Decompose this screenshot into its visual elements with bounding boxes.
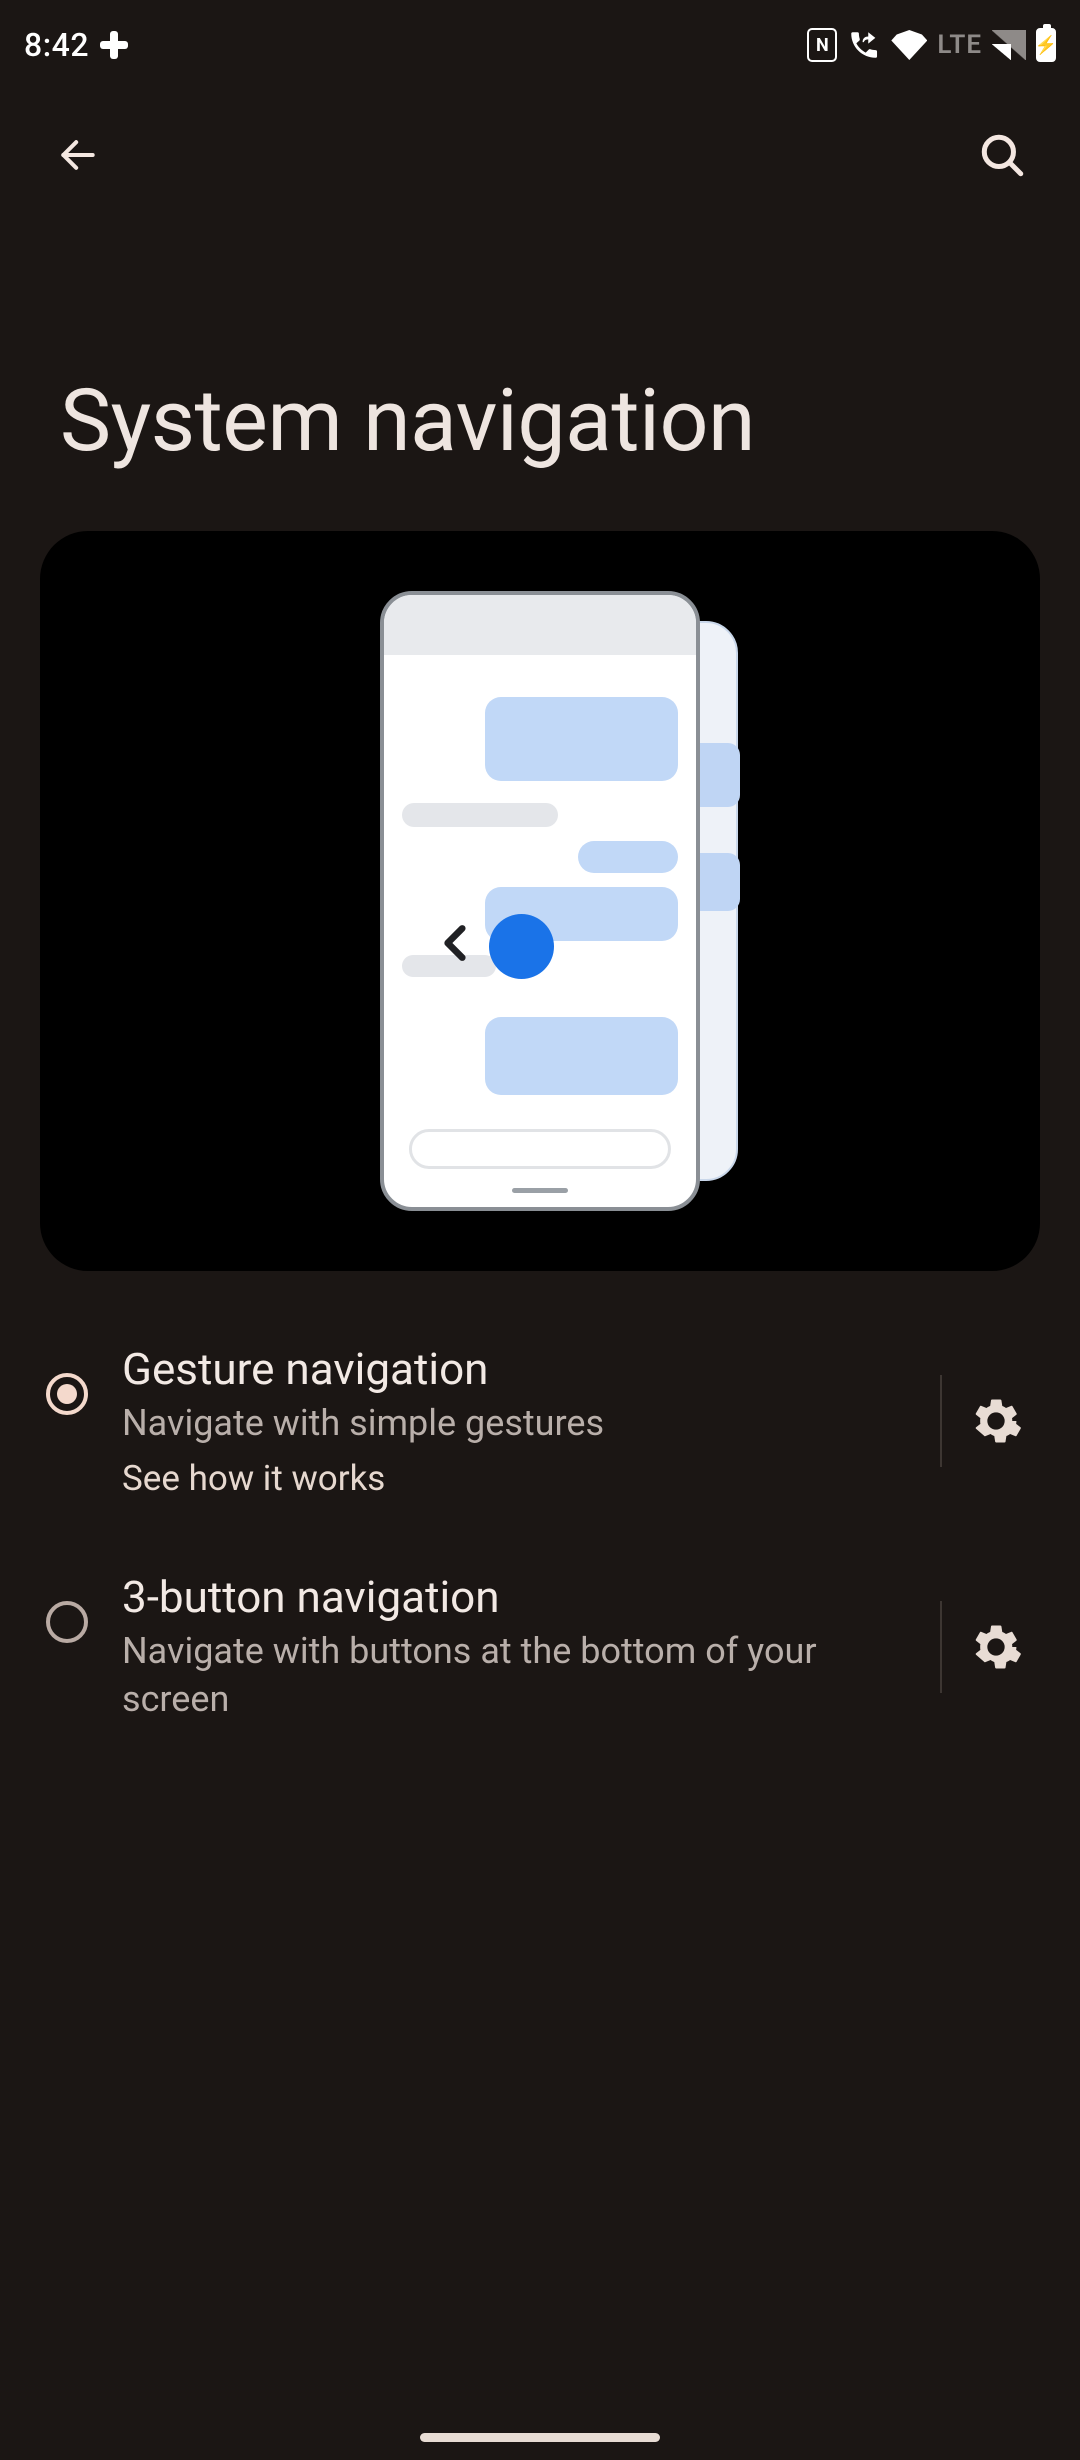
radio-3-button-navigation[interactable] [40, 1595, 94, 1649]
3-button-navigation-settings-button[interactable] [940, 1601, 1050, 1693]
page-title: System navigation [0, 220, 1080, 531]
option-gesture-navigation[interactable]: Gesture navigation Navigate with simple … [0, 1307, 1080, 1535]
system-gesture-bar[interactable] [420, 2433, 660, 2442]
status-time: 8:42 [24, 26, 89, 64]
option-subtitle: Navigate with buttons at the bottom of y… [122, 1627, 902, 1724]
gesture-preview-card [40, 531, 1040, 1271]
battery-charging-icon [1036, 28, 1056, 62]
option-3-button-navigation[interactable]: 3-button navigation Navigate with button… [0, 1535, 1080, 1760]
back-button[interactable] [46, 123, 110, 187]
option-title: Gesture navigation [122, 1343, 902, 1395]
nfc-icon: N [807, 28, 837, 62]
option-title: 3-button navigation [122, 1571, 902, 1623]
option-text-block: Gesture navigation Navigate with simple … [122, 1343, 912, 1499]
gesture-touch-indicator-icon [489, 914, 554, 979]
radio-gesture-navigation[interactable] [40, 1367, 94, 1421]
preview-phone-mock [380, 591, 700, 1211]
gesture-navigation-settings-button[interactable] [940, 1375, 1050, 1467]
cellular-signal-icon [992, 30, 1026, 60]
arrow-left-icon [56, 133, 100, 177]
app-bar [0, 90, 1080, 220]
status-bar: 8:42 N LTE [0, 0, 1080, 90]
search-icon [977, 130, 1027, 180]
search-button[interactable] [970, 123, 1034, 187]
gear-icon [970, 1395, 1022, 1447]
gear-icon [970, 1621, 1022, 1673]
slack-notification-icon [99, 30, 129, 60]
option-text-block: 3-button navigation Navigate with button… [122, 1571, 912, 1724]
wifi-icon [891, 30, 927, 60]
navigation-options-list: Gesture navigation Navigate with simple … [0, 1307, 1080, 1760]
option-see-how-link[interactable]: See how it works [122, 1458, 902, 1499]
option-subtitle: Navigate with simple gestures [122, 1399, 902, 1448]
back-gesture-chevron-icon [426, 913, 486, 973]
wifi-calling-icon [847, 28, 881, 62]
network-type-label: LTE [937, 30, 982, 60]
